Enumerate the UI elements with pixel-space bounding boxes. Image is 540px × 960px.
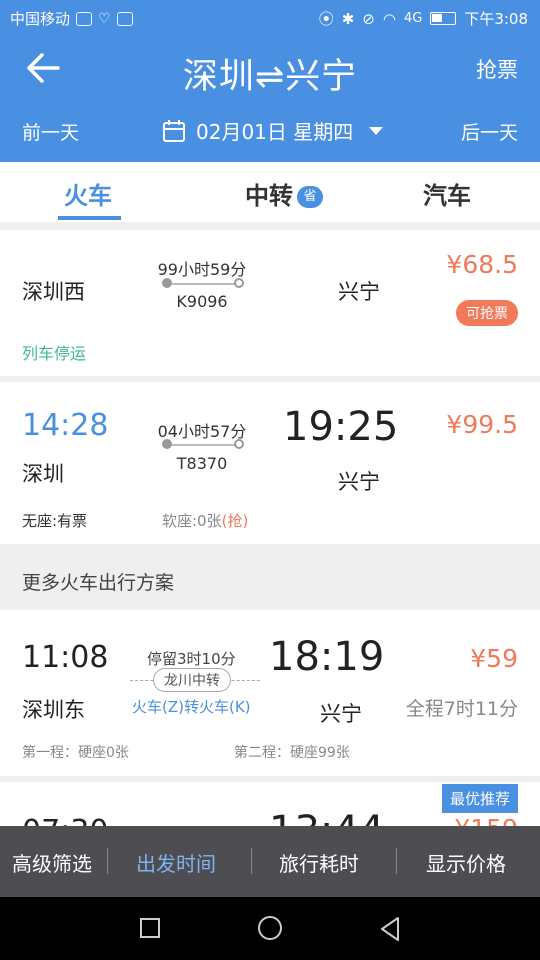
divider (251, 848, 252, 874)
end-dot (234, 439, 244, 449)
save-badge: 省 (297, 186, 323, 208)
tab-transfer[interactable]: 中转省 (245, 176, 323, 211)
mute-icon: ⊘ (362, 9, 375, 28)
message-icon (116, 11, 133, 26)
transfer-plan-card[interactable]: 11:08 深圳东 停留3时10分 龙川中转 火车(Z)转火车(K) 18:19… (0, 610, 540, 776)
tab-train[interactable]: 火车 (64, 176, 112, 211)
start-dot (162, 439, 172, 449)
calendar-icon (163, 119, 185, 142)
to-station: 兴宁 (320, 702, 362, 726)
next-day-button[interactable]: 后一天 (461, 118, 518, 145)
home-icon[interactable] (258, 916, 282, 940)
depart-time: 11:08 (22, 640, 109, 675)
more-plans-header: 更多火车出行方案 (0, 544, 540, 610)
advanced-filter-button[interactable]: 高级筛选 (12, 848, 92, 877)
status-text: 列车停运 (22, 344, 87, 363)
seat-soft: 软座:0张 (162, 512, 222, 530)
arrive-time: 18:19 (269, 634, 385, 680)
divider (396, 848, 397, 874)
date-label: 02月01日 星期四 (196, 120, 354, 144)
start-dot (162, 278, 172, 288)
arrive-time: 19:25 (283, 404, 399, 450)
system-nav-bar (0, 897, 540, 960)
transport-mode: 火车(Z)转火车(K) (132, 698, 251, 716)
heart-icon: ♡ (98, 10, 111, 27)
sort-duration-button[interactable]: 旅行耗时 (279, 848, 359, 877)
header: 深圳⇌兴宁 抢票 前一天 02月01日 星期四 后一天 (0, 36, 540, 162)
route-title: 深圳⇌兴宁 (182, 57, 358, 97)
app-notification-icon (76, 11, 93, 26)
recent-apps-icon[interactable] (140, 918, 160, 938)
price: ¥59 (470, 644, 518, 673)
prev-day-button[interactable]: 前一天 (22, 118, 79, 145)
to-station: 兴宁 (338, 280, 380, 304)
leg2-seats: 第二程：硬座99张 (234, 745, 350, 761)
tab-bus[interactable]: 汽车 (423, 176, 471, 211)
carrier-label: 中国移动 (10, 10, 71, 28)
from-station: 深圳西 (22, 280, 85, 304)
train-number: T8370 (176, 454, 228, 473)
grab-ticket-button[interactable]: 抢票 (476, 54, 518, 84)
to-station: 兴宁 (338, 470, 380, 494)
from-station: 深圳东 (22, 698, 85, 722)
duration: 99小时59分 (157, 260, 247, 279)
active-tab-indicator (58, 216, 121, 220)
leg1-seats: 第一程：硬座0张 (22, 745, 129, 761)
train-number: K9096 (176, 292, 228, 311)
bluetooth-icon: ✱ (341, 9, 355, 28)
grab-link[interactable]: (抢) (222, 512, 249, 530)
train-card[interactable]: 深圳西 99小时59分 K9096 兴宁 ¥68.5 可抢票 列车停运 (0, 230, 540, 376)
chevron-down-icon (369, 126, 384, 135)
date-selector[interactable]: 02月01日 星期四 (162, 116, 384, 145)
best-recommend-badge: 最优推荐 (441, 784, 518, 813)
train-card[interactable]: 14:28 深圳 04小时57分 T8370 19:25 兴宁 ¥99.5 无座… (0, 382, 540, 544)
show-price-button[interactable]: 显示价格 (426, 848, 506, 877)
seat-info: 无座:有票 (22, 512, 88, 530)
sort-depart-time-button[interactable]: 出发时间 (136, 848, 216, 877)
mode-tabs: 火车 中转省 汽车 (0, 162, 540, 222)
divider (107, 848, 108, 874)
price: ¥99.5 (446, 410, 518, 439)
total-duration: 全程7时11分 (405, 698, 518, 720)
status-bar: 中国移动 ♡ ⦿ ✱ ⊘ ◠ 4G 下午3:08 (0, 0, 540, 36)
route-line (167, 283, 239, 285)
stay-duration: 停留3时10分 (147, 650, 236, 668)
seat-info: 软座:0张(抢) (162, 510, 248, 531)
grab-badge[interactable]: 可抢票 (456, 300, 518, 326)
route-line (167, 444, 239, 446)
clock: 下午3:08 (464, 10, 528, 28)
back-nav-icon[interactable] (378, 916, 402, 942)
filter-bar: 高级筛选 出发时间 旅行耗时 显示价格 (0, 826, 540, 897)
price: ¥68.5 (446, 250, 518, 279)
location-icon: ⦿ (318, 10, 334, 28)
wifi-icon: ◠ (382, 9, 396, 28)
duration: 04小时57分 (157, 422, 247, 441)
tab-transfer-label: 中转 (245, 182, 293, 210)
transfer-station-pill: 龙川中转 (153, 668, 231, 692)
from-station: 深圳 (22, 462, 64, 486)
signal-icon: 4G (403, 11, 423, 26)
battery-icon (430, 12, 457, 25)
depart-time: 14:28 (22, 408, 109, 443)
end-dot (234, 278, 244, 288)
section-title: 更多火车出行方案 (22, 572, 175, 594)
